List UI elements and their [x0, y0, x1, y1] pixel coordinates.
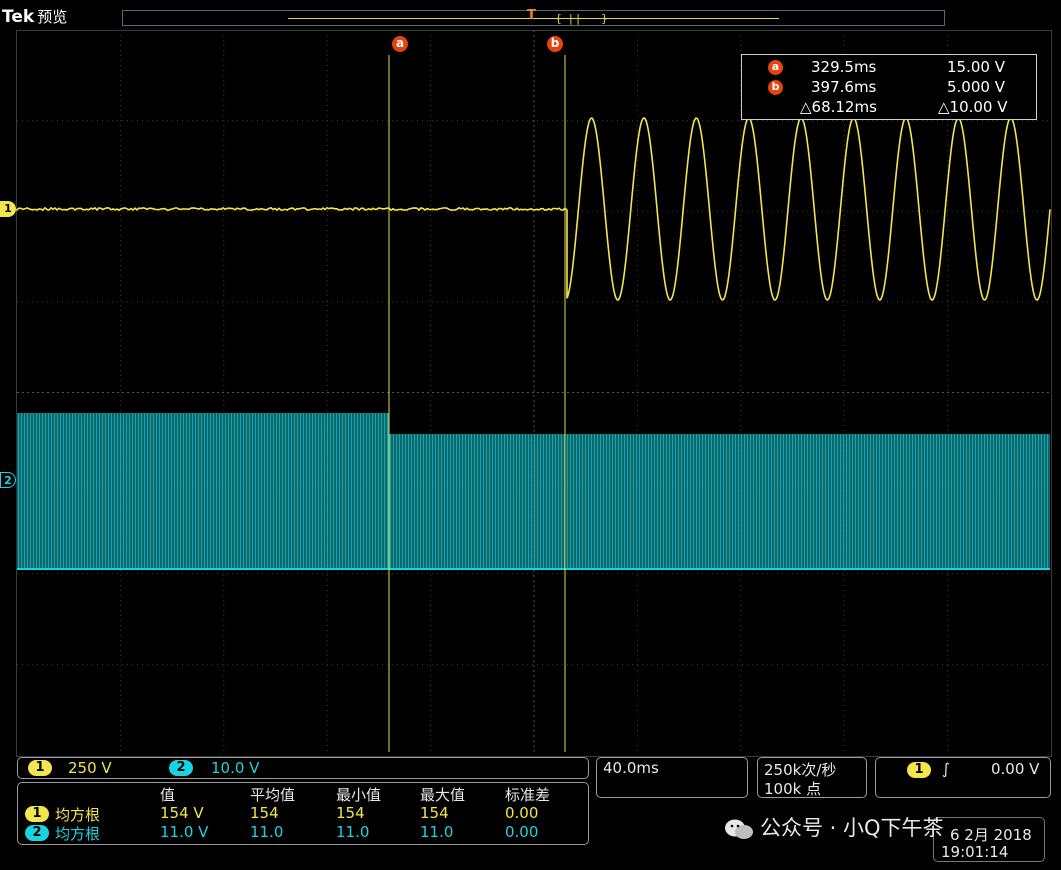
cursor-a-time: 329.5ms — [811, 58, 876, 76]
row2-value: 11.0 V — [160, 823, 208, 841]
oscilloscope-screen: Tek 预览 { | | } T a b 1 2 a 329.5ms 15.00 … — [0, 0, 1061, 870]
cursor-delta-time: △68.12ms — [800, 98, 877, 116]
trigger-source-badge: 1 — [907, 762, 931, 778]
cursor-b-voltage: 5.000 V — [947, 78, 1005, 96]
channel-1-badge[interactable]: 1 — [28, 760, 52, 776]
row1-max: 154 — [420, 804, 449, 822]
col-mean: 平均值 — [250, 784, 295, 805]
row1-mean: 154 — [250, 804, 279, 822]
wechat-icon — [724, 818, 754, 840]
cursor-b-badge[interactable]: b — [547, 36, 563, 52]
cursor-a-badge[interactable]: a — [392, 36, 408, 52]
row2-min: 11.0 — [336, 823, 369, 841]
cursor-a-readout-badge: a — [768, 60, 783, 75]
rising-edge-icon: ∫ — [942, 760, 950, 778]
graticule-grid — [17, 30, 1051, 755]
watermark-text: 公众号 · 小Q下午茶 — [760, 816, 944, 840]
sample-rate: 250k次/秒 — [764, 759, 836, 780]
timebase-box[interactable]: 40.0ms — [596, 757, 748, 798]
acquisition-box[interactable]: 250k次/秒 100k 点 — [757, 757, 867, 798]
cursor-readout: a 329.5ms 15.00 V b 397.6ms 5.000 V △68.… — [741, 54, 1037, 120]
timebase-value: 40.0ms — [603, 759, 659, 777]
channel-2-badge[interactable]: 2 — [169, 760, 193, 776]
date-label: 6 2月 2018 — [950, 824, 1032, 845]
channel-1-scale[interactable]: 250 V — [68, 759, 112, 777]
cursor-a-row: a 329.5ms 15.00 V — [742, 58, 1036, 78]
measurement-table: 值 平均值 最小值 最大值 标准差 1 均方根 154 V 154 154 15… — [17, 782, 589, 845]
row1-channel-badge: 1 — [25, 806, 49, 822]
channel-1-marker[interactable]: 1 — [0, 201, 16, 217]
cursor-b-row: b 397.6ms 5.000 V — [742, 78, 1036, 98]
trigger-box[interactable]: 1 ∫ 0.00 V — [875, 757, 1051, 798]
cursor-delta-row: △68.12ms △10.00 V — [742, 98, 1036, 118]
channel-2-scale[interactable]: 10.0 V — [211, 759, 259, 777]
channel-2-marker[interactable]: 2 — [0, 472, 16, 488]
datetime-box: 6 2月 2018 19:01:14 — [933, 817, 1045, 862]
cursor-delta-voltage: △10.00 V — [938, 98, 1008, 116]
col-stddev: 标准差 — [505, 784, 550, 805]
time-label: 19:01:14 — [941, 843, 1008, 861]
row2-stddev: 0.00 — [505, 823, 538, 841]
row2-max: 11.0 — [420, 823, 453, 841]
watermark: 公众号 · 小Q下午茶 — [724, 812, 944, 842]
row1-stddev: 0.00 — [505, 804, 538, 822]
measurement-header-row: 值 平均值 最小值 最大值 标准差 — [18, 784, 590, 804]
col-min: 最小值 — [336, 784, 381, 805]
row1-min: 154 — [336, 804, 365, 822]
measurement-row-ch2[interactable]: 2 均方根 11.0 V 11.0 11.0 11.0 0.00 — [18, 823, 590, 843]
col-value: 值 — [160, 784, 175, 805]
record-length: 100k 点 — [764, 778, 821, 799]
cursor-a-voltage: 15.00 V — [947, 58, 1005, 76]
row1-value: 154 V — [160, 804, 204, 822]
col-max: 最大值 — [420, 784, 465, 805]
channel-scale-bar: 1 250 V 2 10.0 V — [17, 757, 589, 779]
row2-name: 均方根 — [55, 823, 100, 844]
channel-2-waveform — [17, 413, 1050, 569]
cursor-b-readout-badge: b — [768, 80, 783, 95]
row1-name: 均方根 — [55, 804, 100, 825]
trigger-level: 0.00 V — [991, 760, 1039, 778]
measurement-row-ch1[interactable]: 1 均方根 154 V 154 154 154 0.00 — [18, 804, 590, 824]
cursor-b-time: 397.6ms — [811, 78, 876, 96]
row2-channel-badge: 2 — [25, 825, 49, 841]
row2-mean: 11.0 — [250, 823, 283, 841]
